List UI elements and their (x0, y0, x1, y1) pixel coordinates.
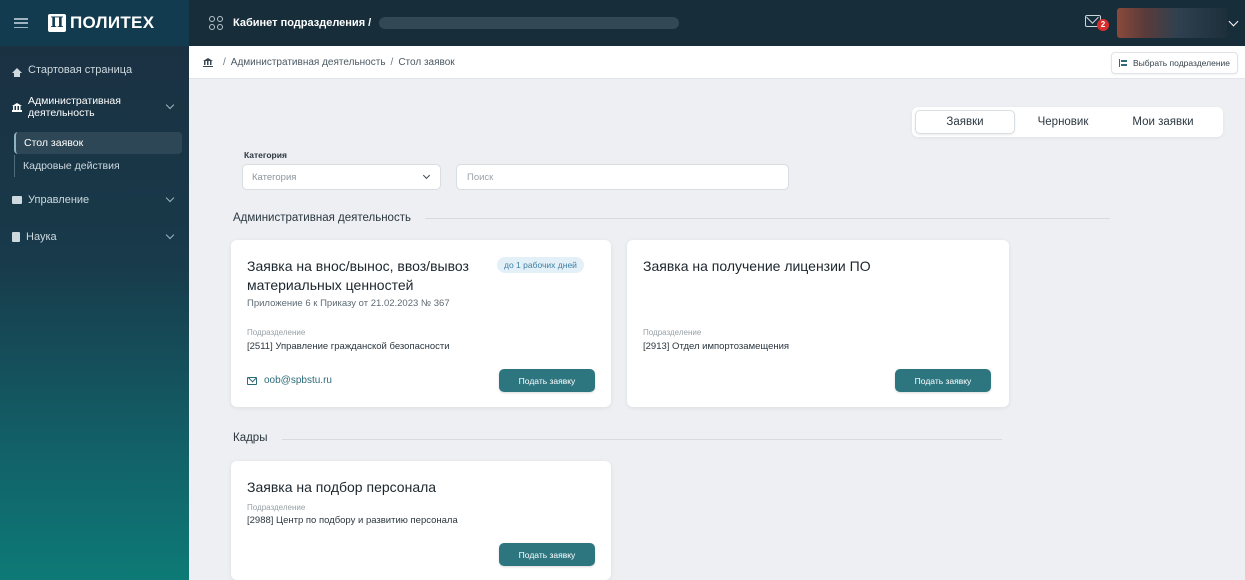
sidebar-item-management[interactable]: Управление (0, 193, 189, 207)
request-card: Заявка на получение лицензии ПО Подразде… (627, 240, 1009, 407)
request-card: Заявка на внос/вынос, ввоз/вывоз материа… (231, 240, 611, 407)
cabinet-title: Кабинет подразделения / (233, 17, 372, 29)
sidebar: Стартовая страница Административная деят… (0, 46, 189, 580)
section-divider (425, 218, 1110, 219)
top-bar: П ПОЛИТЕХ Кабинет подразделения / 2 (0, 0, 1245, 46)
card-subtitle: Приложение 6 к Приказу от 21.02.2023 № 3… (247, 298, 450, 309)
sidebar-item-science[interactable]: Наука (0, 230, 189, 244)
breadcrumb-separator: / (223, 56, 226, 68)
chevron-down-icon[interactable] (165, 100, 175, 110)
sidebar-item-label: Административная деятельность (28, 95, 121, 119)
unit-label: Подразделение (247, 328, 306, 337)
logo-icon: П (48, 14, 66, 32)
header: Кабинет подразделения / 2 (189, 0, 1245, 46)
sidebar-item-label: Стартовая страница (28, 64, 133, 76)
search-input[interactable] (456, 164, 789, 190)
submit-request-button[interactable]: Подать заявку (895, 369, 991, 392)
tab-my-requests[interactable]: Мои заявки (1111, 110, 1215, 134)
mail-icon (247, 376, 257, 385)
unit-name-redacted (379, 17, 680, 29)
select-unit-label: Выбрать подразделение (1132, 58, 1230, 68)
unit-value: [2511] Управление гражданской безопаснос… (247, 341, 450, 352)
sidebar-item-label: Управление (28, 194, 90, 206)
sidebar-item-label: Наука (26, 231, 57, 243)
email-link[interactable]: oob@spbstu.ru (247, 375, 332, 386)
chevron-down-icon[interactable] (165, 193, 175, 203)
submit-request-button[interactable]: Подать заявку (499, 369, 595, 392)
sidebar-subitem-requests[interactable]: Стол заявок (14, 132, 182, 154)
home-icon (12, 67, 22, 77)
unit-value: [2913] Отдел импортозамещения (643, 341, 790, 352)
section-title: Административная деятельность (233, 212, 411, 224)
section-title: Кадры (233, 432, 268, 444)
book-icon (12, 232, 20, 242)
chevron-down-icon[interactable] (1228, 16, 1239, 27)
chevron-down-icon (422, 171, 431, 180)
apps-grid-icon[interactable] (209, 16, 223, 30)
bank-icon (12, 102, 22, 112)
avatar[interactable] (1117, 8, 1227, 38)
select-unit-button[interactable]: Выбрать подразделение (1110, 52, 1238, 74)
sidebar-item-admin[interactable]: Административная деятельность (0, 94, 189, 120)
unit-label: Подразделение (247, 503, 306, 512)
category-label: Категория (244, 150, 287, 160)
menu-icon[interactable] (14, 18, 28, 28)
request-card: Заявка на подбор персонала Подразделение… (231, 461, 611, 580)
breadcrumb: / Административная деятельность / Стол з… (189, 46, 1245, 79)
tabs: Заявки Черновик Мои заявки (912, 107, 1223, 137)
unit-label: Подразделение (643, 328, 702, 337)
card-title: Заявка на внос/вынос, ввоз/вывоз материа… (247, 258, 469, 293)
mail-count-badge: 2 (1097, 19, 1109, 31)
breadcrumb-item: Стол заявок (398, 56, 455, 68)
breadcrumb-item[interactable]: Административная деятельность (231, 57, 386, 68)
brand-area: П ПОЛИТЕХ (0, 0, 189, 46)
tab-drafts[interactable]: Черновик (1015, 110, 1111, 134)
sidebar-subitem-hr-actions[interactable]: Кадровые действия (14, 155, 182, 177)
breadcrumb-separator: / (390, 56, 394, 68)
section-divider (282, 439, 1002, 440)
logo-text[interactable]: ПОЛИТЕХ (70, 13, 154, 33)
card-title: Заявка на подбор персонала (247, 479, 437, 495)
category-placeholder: Категория (252, 171, 297, 183)
tree-icon (1118, 59, 1128, 67)
term-badge: до 1 рабочих дней (497, 257, 584, 273)
sidebar-item-home[interactable]: Стартовая страница (0, 63, 189, 77)
submit-request-button[interactable]: Подать заявку (499, 543, 595, 566)
category-select[interactable]: Категория (242, 164, 441, 190)
card-title: Заявка на получение лицензии ПО (643, 258, 871, 274)
email-text: oob@spbstu.ru (264, 375, 332, 386)
tab-requests[interactable]: Заявки (915, 110, 1015, 134)
chevron-down-icon[interactable] (165, 230, 175, 240)
mail-button[interactable]: 2 (1085, 15, 1109, 31)
briefcase-icon (12, 196, 22, 204)
bank-icon[interactable] (203, 57, 213, 67)
unit-value: [2988] Центр по подбору и развитию персо… (247, 515, 458, 526)
